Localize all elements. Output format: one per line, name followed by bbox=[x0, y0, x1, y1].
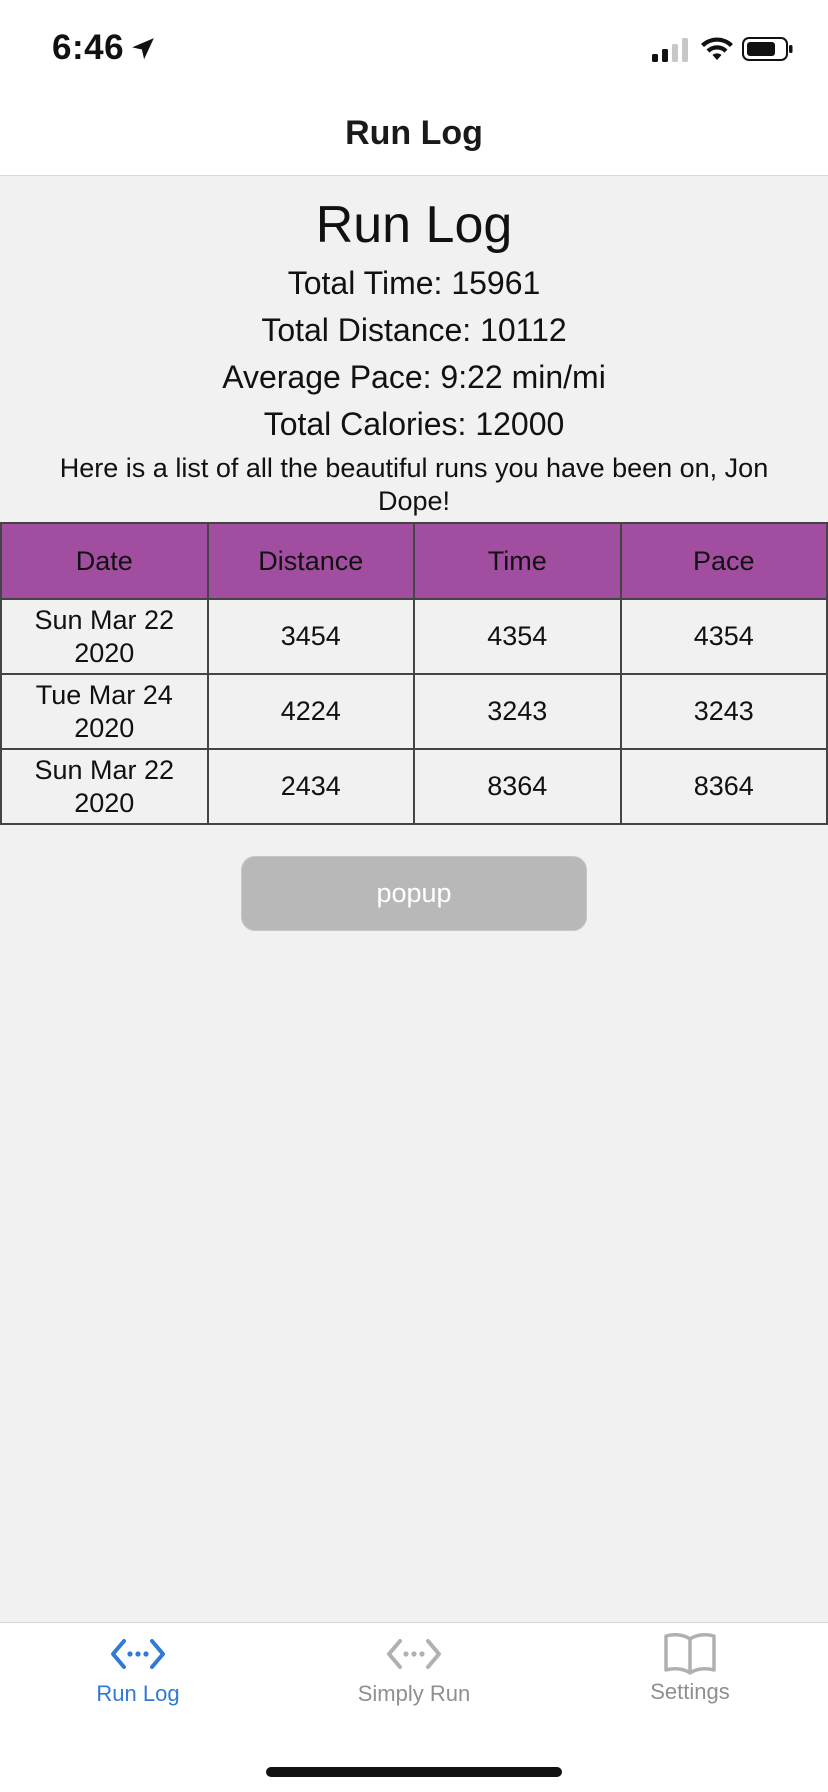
tab-simply-run[interactable]: Simply Run bbox=[276, 1637, 552, 1737]
cell-distance: 3454 bbox=[206, 598, 415, 675]
status-time: 6:46 bbox=[52, 28, 125, 67]
book-icon bbox=[664, 1633, 716, 1675]
cell-pace: 8364 bbox=[619, 748, 828, 825]
tab-label: Settings bbox=[650, 1679, 730, 1704]
cell-distance: 2434 bbox=[206, 748, 415, 825]
table-row: Sun Mar 22 2020 3454 4354 4354 bbox=[0, 598, 828, 675]
total-calories-stat: Total Calories: 12000 bbox=[263, 406, 565, 442]
battery-icon bbox=[742, 37, 793, 61]
page-heading: Run Log bbox=[315, 196, 513, 254]
column-header-distance: Distance bbox=[206, 522, 415, 600]
column-header-time: Time bbox=[413, 522, 622, 600]
cell-date: Sun Mar 22 2020 bbox=[0, 598, 209, 675]
cell-date: Sun Mar 22 2020 bbox=[0, 748, 209, 825]
table-row: Sun Mar 22 2020 2434 8364 8364 bbox=[0, 748, 828, 825]
cell-time: 8364 bbox=[413, 748, 622, 825]
popup-button[interactable]: popup bbox=[241, 856, 587, 931]
average-pace-stat: Average Pace: 9:22 min/mi bbox=[222, 359, 606, 395]
tab-bar: Run Log Simply Run Settings bbox=[0, 1622, 828, 1792]
column-header-pace: Pace bbox=[619, 522, 828, 600]
main-content: Run Log Total Time: 15961 Total Distance… bbox=[0, 176, 828, 931]
location-arrow-icon bbox=[132, 38, 154, 60]
simply-run-icon bbox=[387, 1639, 441, 1669]
tab-settings[interactable]: Settings bbox=[552, 1633, 828, 1737]
navigation-title: Run Log bbox=[345, 114, 483, 152]
total-time-stat: Total Time: 15961 bbox=[287, 265, 541, 301]
status-bar: 6:46 bbox=[0, 0, 828, 96]
column-header-date: Date bbox=[0, 522, 209, 600]
tab-run-log[interactable]: Run Log bbox=[0, 1637, 276, 1737]
total-distance-stat: Total Distance: 10112 bbox=[261, 312, 567, 348]
cell-time: 3243 bbox=[413, 673, 622, 750]
cell-pace: 3243 bbox=[619, 673, 828, 750]
tab-label: Run Log bbox=[96, 1681, 180, 1706]
cell-distance: 4224 bbox=[206, 673, 415, 750]
tab-label: Simply Run bbox=[357, 1681, 471, 1706]
cellular-signal-icon bbox=[652, 38, 688, 62]
runs-table: Date Distance Time Pace Sun Mar 22 2020 … bbox=[0, 522, 828, 825]
intro-text: Here is a list of all the beautiful runs… bbox=[59, 453, 769, 516]
table-row: Tue Mar 24 2020 4224 3243 3243 bbox=[0, 673, 828, 750]
wifi-icon bbox=[701, 37, 733, 60]
home-indicator bbox=[266, 1767, 562, 1777]
cell-date: Tue Mar 24 2020 bbox=[0, 673, 209, 750]
cell-pace: 4354 bbox=[619, 598, 828, 675]
app-screen: 6:46 Run Log Run Log Total Time: 15961 T… bbox=[0, 0, 828, 1792]
cell-time: 4354 bbox=[413, 598, 622, 675]
run-log-icon bbox=[111, 1639, 165, 1669]
table-header-row: Date Distance Time Pace bbox=[0, 522, 828, 600]
navigation-header: Run Log bbox=[0, 96, 828, 176]
